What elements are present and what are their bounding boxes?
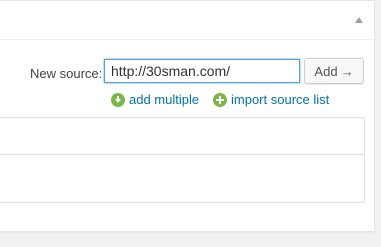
- down-arrow-circle-icon: [111, 92, 125, 107]
- table-row: [0, 155, 364, 191]
- new-source-row: New source: Add →: [0, 57, 374, 87]
- panel-header: [0, 1, 374, 40]
- add-multiple-label: add multiple: [129, 92, 200, 107]
- source-links-row: add multiple import source list: [0, 90, 374, 110]
- sources-table: [0, 117, 365, 203]
- collapse-toggle-icon[interactable]: [355, 17, 363, 23]
- plus-circle-icon: [213, 92, 227, 107]
- add-multiple-link[interactable]: add multiple: [111, 92, 199, 107]
- sources-panel: New source: Add → add multiple import so…: [0, 0, 375, 232]
- right-arrow-icon: →: [340, 63, 354, 79]
- add-button-label: Add: [314, 63, 338, 79]
- new-source-input[interactable]: [104, 59, 300, 83]
- import-source-list-link[interactable]: import source list: [213, 92, 329, 107]
- new-source-label: New source:: [30, 66, 103, 81]
- table-row: [0, 118, 364, 155]
- import-source-list-label: import source list: [231, 92, 330, 107]
- add-button[interactable]: Add →: [304, 58, 364, 84]
